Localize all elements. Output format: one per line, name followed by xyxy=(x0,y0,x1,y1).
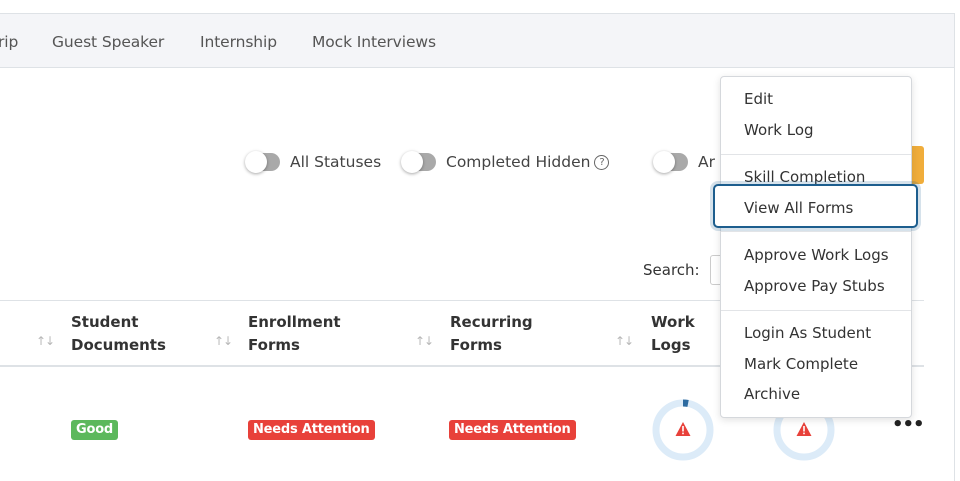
sort-icon[interactable]: ↑↓ xyxy=(214,334,233,348)
search-label: Search: xyxy=(643,261,700,279)
status-badge-needs-attention: Needs Attention xyxy=(248,420,375,440)
menu-item-approve-pay-stubs[interactable]: Approve Pay Stubs xyxy=(744,277,885,295)
menu-divider xyxy=(721,154,911,155)
sort-icon[interactable]: ↑↓ xyxy=(615,334,634,348)
completed-hidden-label: Completed Hidden xyxy=(446,153,591,171)
tab-bar: rip Guest Speaker Internship Mock Interv… xyxy=(0,13,955,68)
question-circle-icon[interactable]: ? xyxy=(594,154,610,170)
archived-label: Ar xyxy=(698,153,715,171)
menu-item-view-all-forms-label: View All Forms xyxy=(744,199,854,217)
menu-item-view-all-forms[interactable]: View All Forms xyxy=(713,184,918,228)
warning-triangle-icon xyxy=(675,422,691,436)
row-actions-menu: Edit Work Log Skill Completion Approve W… xyxy=(720,76,912,418)
work-logs-progress-ring[interactable] xyxy=(651,398,715,462)
tab-guest-speaker[interactable]: Guest Speaker xyxy=(52,33,164,51)
sort-icon[interactable]: ↑↓ xyxy=(36,334,55,348)
menu-item-mark-complete[interactable]: Mark Complete xyxy=(744,355,858,373)
column-work-logs[interactable]: Work Logs xyxy=(651,311,695,357)
status-badge-needs-attention: Needs Attention xyxy=(449,420,576,440)
archived-switch[interactable] xyxy=(653,151,688,173)
warning-triangle-icon xyxy=(796,422,812,436)
toggle-archived[interactable]: Ar xyxy=(653,151,715,173)
menu-item-work-log[interactable]: Work Log xyxy=(744,121,814,139)
sort-icon[interactable]: ↑↓ xyxy=(415,334,434,348)
tab-internship[interactable]: Internship xyxy=(200,33,277,51)
menu-divider xyxy=(721,231,911,232)
tab-field-trip[interactable]: rip xyxy=(0,33,18,51)
menu-item-login-as-student[interactable]: Login As Student xyxy=(744,324,871,342)
toggle-completed-hidden[interactable]: Completed Hidden ? xyxy=(401,151,610,173)
column-enrollment-forms[interactable]: Enrollment Forms xyxy=(248,311,341,357)
toggle-all-statuses[interactable]: All Statuses xyxy=(245,151,382,173)
all-statuses-label: All Statuses xyxy=(290,153,382,171)
tab-mock-interviews[interactable]: Mock Interviews xyxy=(312,33,436,51)
menu-item-approve-work-logs[interactable]: Approve Work Logs xyxy=(744,246,889,264)
completed-hidden-switch[interactable] xyxy=(401,151,436,173)
all-statuses-switch[interactable] xyxy=(245,151,280,173)
column-recurring-forms[interactable]: Recurring Forms xyxy=(450,311,533,357)
menu-item-edit[interactable]: Edit xyxy=(744,90,773,108)
menu-item-archive[interactable]: Archive xyxy=(744,385,800,403)
menu-divider xyxy=(721,310,911,311)
status-badge-good: Good xyxy=(71,420,119,440)
column-student-documents[interactable]: Student Documents xyxy=(71,311,166,357)
